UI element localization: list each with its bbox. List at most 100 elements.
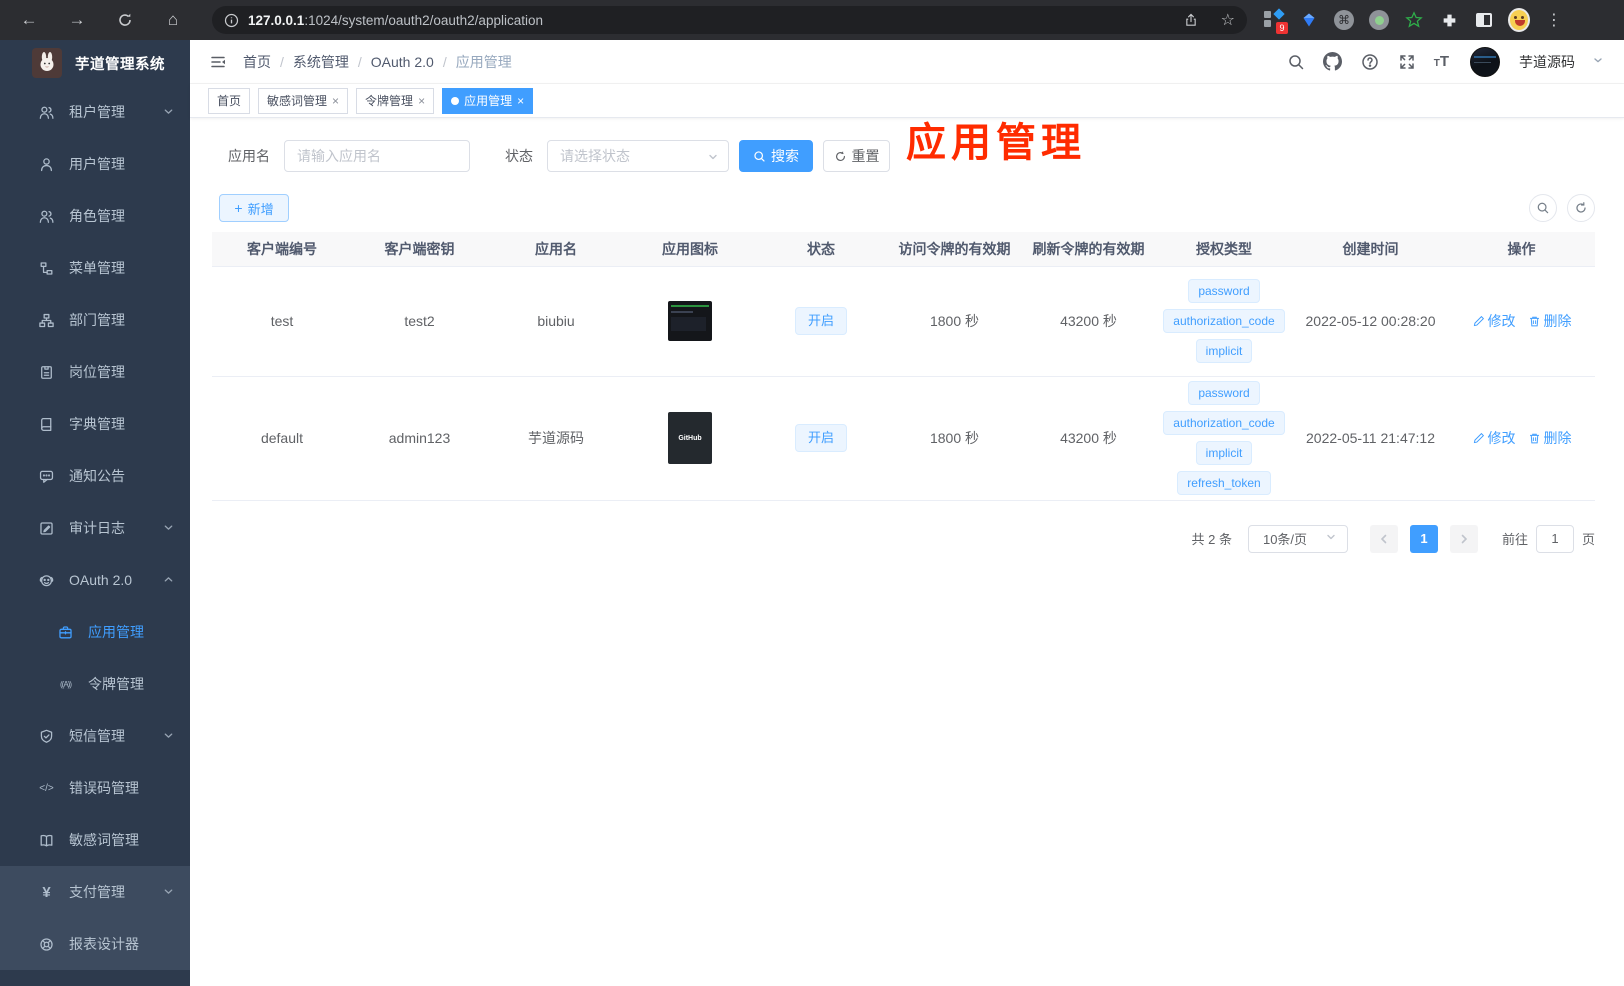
- extension-record-icon[interactable]: [1368, 9, 1390, 31]
- profile-avatar-icon[interactable]: [1508, 8, 1530, 32]
- logo[interactable]: 芋道管理系统: [0, 40, 190, 86]
- cell-app-icon: [625, 266, 755, 377]
- close-icon[interactable]: ×: [332, 94, 339, 108]
- extension-gem-icon[interactable]: [1298, 9, 1320, 31]
- browser-reload-button[interactable]: [110, 5, 140, 35]
- table-search-toggle-button[interactable]: [1529, 194, 1557, 222]
- edit-pen-icon: [1473, 432, 1484, 443]
- delete-link[interactable]: 删除: [1528, 428, 1572, 448]
- col-app-name: 应用名: [487, 232, 625, 267]
- badge-icon: [38, 364, 55, 381]
- code-icon: </>: [39, 782, 54, 794]
- cell-actions: 修改 删除: [1448, 376, 1595, 501]
- goto-page-input[interactable]: [1535, 524, 1574, 553]
- sidebar-item-pay[interactable]: ¥ 支付管理: [0, 866, 190, 918]
- prev-page-button[interactable]: [1369, 524, 1398, 553]
- table-toolbar: + 新增: [212, 194, 1595, 222]
- user-avatar[interactable]: [1470, 46, 1500, 77]
- app-icon-image: GitHub: [668, 412, 712, 464]
- sidebar-item-post[interactable]: 岗位管理: [0, 346, 190, 398]
- cell-access-validity: 1800 秒: [887, 266, 1022, 377]
- share-icon[interactable]: [1183, 12, 1199, 28]
- extension-command-icon[interactable]: ⌘: [1333, 9, 1355, 31]
- sidebar-item-report[interactable]: 报表设计器: [0, 918, 190, 970]
- edit-link[interactable]: 修改: [1472, 311, 1516, 331]
- sidebar-menu: 租户管理 用户管理 角色管理 菜单管理 部门管理 岗位管理 字典管理 通知公告 …: [0, 86, 190, 986]
- sidebar-item-oauth-token[interactable]: ((A)) 令牌管理: [0, 658, 190, 710]
- help-icon[interactable]: [1360, 52, 1380, 72]
- reset-button[interactable]: 重置: [823, 140, 890, 172]
- cell-status: 开启: [755, 266, 887, 377]
- tab-application[interactable]: 应用管理 ×: [442, 87, 534, 114]
- url-text: 127.0.0.1:1024/system/oauth2/oauth2/appl…: [248, 12, 543, 28]
- hamburger-collapse-icon[interactable]: [208, 52, 228, 72]
- tab-token[interactable]: 令牌管理 ×: [356, 87, 435, 114]
- fullscreen-icon[interactable]: [1397, 52, 1417, 72]
- sidebar-item-oauth-app[interactable]: 应用管理: [0, 606, 190, 658]
- user-name[interactable]: 芋道源码: [1519, 52, 1575, 72]
- sidebar-item-oauth[interactable]: OAuth 2.0: [0, 554, 190, 606]
- sidebar-item-errcode[interactable]: </> 错误码管理: [0, 762, 190, 814]
- breadcrumb-home[interactable]: 首页: [243, 52, 271, 72]
- sidebar-item-menu[interactable]: 菜单管理: [0, 242, 190, 294]
- extension-blocks-icon[interactable]: 9: [1263, 8, 1288, 34]
- grant-type-tag: implicit: [1195, 441, 1253, 465]
- breadcrumb-system[interactable]: 系统管理: [293, 52, 349, 72]
- browser-back-button[interactable]: ←: [14, 5, 44, 35]
- grant-type-tag: password: [1188, 381, 1260, 405]
- url-bar[interactable]: 127.0.0.1:1024/system/oauth2/oauth2/appl…: [212, 6, 1247, 34]
- extension-star-icon[interactable]: [1403, 9, 1425, 31]
- grant-type-tag: authorization_code: [1163, 309, 1285, 333]
- cell-grant-types: password authorization_code implicit ref…: [1155, 376, 1293, 501]
- table-refresh-button[interactable]: [1567, 194, 1595, 222]
- browser-home-button[interactable]: ⌂: [158, 5, 188, 35]
- font-size-icon[interactable]: TT: [1434, 53, 1449, 71]
- extensions-puzzle-icon[interactable]: [1438, 9, 1460, 31]
- org-tree-icon: [38, 312, 55, 329]
- col-status: 状态: [755, 232, 887, 267]
- browser-menu-icon[interactable]: ⋮: [1543, 9, 1565, 31]
- sidebar-item-role[interactable]: 角色管理: [0, 190, 190, 242]
- sidebar-item-dept[interactable]: 部门管理: [0, 294, 190, 346]
- chevron-up-icon: [163, 572, 174, 588]
- sidebar-item-tenant[interactable]: 租户管理: [0, 86, 190, 138]
- chevron-down-icon: [163, 104, 174, 120]
- sidebar-item-dict[interactable]: 字典管理: [0, 398, 190, 450]
- page-number-button[interactable]: 1: [1409, 524, 1438, 553]
- browser-forward-button[interactable]: →: [62, 5, 92, 35]
- page-size-select[interactable]: 10条/页: [1247, 524, 1348, 553]
- delete-link[interactable]: 删除: [1528, 311, 1572, 331]
- cell-create-time: 2022-05-12 00:28:20: [1293, 266, 1448, 377]
- app-name-input[interactable]: [284, 140, 470, 172]
- sidebar-item-notice[interactable]: 通知公告: [0, 450, 190, 502]
- status-select[interactable]: [547, 140, 729, 172]
- edit-link[interactable]: 修改: [1472, 428, 1516, 448]
- tab-home[interactable]: 首页: [208, 87, 251, 114]
- breadcrumb-oauth[interactable]: OAuth 2.0: [371, 54, 434, 70]
- site-info-icon[interactable]: [224, 13, 239, 28]
- tab-sensitive[interactable]: 敏感词管理 ×: [258, 87, 349, 114]
- extensions-row: 9 ⌘ ⋮: [1263, 8, 1565, 34]
- next-page-button[interactable]: [1449, 524, 1478, 553]
- chevron-down-icon: [163, 520, 174, 536]
- chevron-down-icon: [1325, 531, 1337, 546]
- sidebar-item-user[interactable]: 用户管理: [0, 138, 190, 190]
- col-client-secret: 客户端密钥: [352, 232, 487, 267]
- grant-type-tag: password: [1188, 279, 1260, 303]
- close-icon[interactable]: ×: [418, 94, 425, 108]
- user-caret-icon[interactable]: [1592, 53, 1604, 71]
- bookmark-star-icon[interactable]: ☆: [1221, 10, 1235, 30]
- col-access-validity: 访问令牌的有效期: [887, 232, 1022, 267]
- cell-app-icon: GitHub: [625, 376, 755, 501]
- side-panel-icon[interactable]: [1473, 9, 1495, 31]
- sidebar-item-sms[interactable]: 短信管理: [0, 710, 190, 762]
- github-icon[interactable]: [1323, 52, 1343, 72]
- chevron-down-icon: [707, 150, 719, 168]
- sidebar-item-audit[interactable]: 审计日志: [0, 502, 190, 554]
- cell-client-id: test: [212, 266, 352, 377]
- search-button[interactable]: 搜索: [739, 140, 813, 172]
- sidebar-item-sensitive[interactable]: 敏感词管理: [0, 814, 190, 866]
- search-icon[interactable]: [1286, 52, 1306, 72]
- close-icon[interactable]: ×: [517, 94, 524, 108]
- add-button[interactable]: + 新增: [219, 194, 289, 222]
